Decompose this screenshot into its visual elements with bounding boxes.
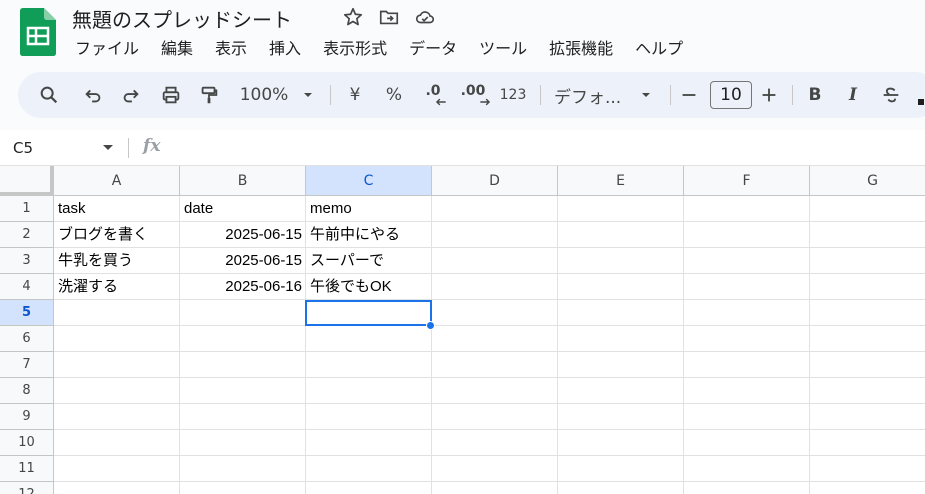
bold-button[interactable]: B: [804, 72, 826, 118]
row-header-5[interactable]: 5: [0, 300, 54, 326]
menu-insert[interactable]: 挿入: [258, 37, 312, 61]
redo-icon[interactable]: [118, 72, 144, 118]
menu-format[interactable]: 表示形式: [312, 37, 398, 61]
row-header-7[interactable]: 7: [0, 352, 54, 378]
cell-a4[interactable]: 洗濯する: [54, 274, 180, 300]
row-header-12[interactable]: 12: [0, 482, 54, 494]
fx-icon: fx: [143, 136, 161, 156]
menu-tools[interactable]: ツール: [468, 37, 538, 61]
cell-c3[interactable]: スーパーで: [306, 248, 432, 274]
number-format-button[interactable]: 123: [498, 72, 528, 118]
paint-format-icon[interactable]: [196, 72, 222, 118]
print-icon[interactable]: [158, 72, 184, 118]
percent-format-button[interactable]: %: [382, 72, 406, 118]
menu-edit[interactable]: 編集: [150, 37, 204, 61]
row-header-4[interactable]: 4: [0, 274, 54, 300]
star-icon[interactable]: [342, 6, 364, 32]
menu-file[interactable]: ファイル: [64, 37, 150, 61]
cell-c4[interactable]: 午後でもOK: [306, 274, 432, 300]
undo-icon[interactable]: [80, 72, 106, 118]
font-dropdown-icon[interactable]: [638, 72, 654, 118]
column-header-d[interactable]: D: [432, 166, 558, 196]
row-header-6[interactable]: 6: [0, 326, 54, 352]
name-box[interactable]: C5: [13, 139, 33, 157]
row-header-11[interactable]: 11: [0, 456, 54, 482]
active-cell-c5[interactable]: [305, 300, 432, 326]
cell-a2[interactable]: ブログを書く: [54, 222, 180, 248]
italic-button[interactable]: I: [842, 72, 864, 118]
cloud-saved-icon[interactable]: [414, 6, 436, 32]
row-header-9[interactable]: 9: [0, 404, 54, 430]
toolbar: 100% ¥ % .0 .00 123 デフォ... 10 B I: [18, 72, 925, 118]
cell-b3[interactable]: 2025-06-15: [180, 248, 306, 274]
strikethrough-icon[interactable]: [880, 72, 902, 118]
arrow-left-small-icon: [426, 82, 448, 108]
search-menus-icon[interactable]: [34, 72, 64, 118]
decrease-font-size-icon[interactable]: [678, 72, 700, 118]
row-header-8[interactable]: 8: [0, 378, 54, 404]
fill-handle[interactable]: [426, 321, 435, 330]
font-select[interactable]: デフォ...: [554, 72, 628, 118]
menu-extensions[interactable]: 拡張機能: [538, 37, 624, 61]
column-header-g[interactable]: G: [810, 166, 925, 196]
move-folder-icon[interactable]: [378, 6, 400, 32]
name-box-dropdown-icon[interactable]: [103, 145, 113, 150]
sheets-logo[interactable]: [20, 8, 56, 56]
column-header-c[interactable]: C: [306, 166, 432, 196]
cell-b2[interactable]: 2025-06-15: [180, 222, 306, 248]
text-color-swatch[interactable]: [918, 99, 924, 105]
zoom-select[interactable]: 100%: [238, 72, 290, 118]
column-header-f[interactable]: F: [684, 166, 810, 196]
cell-a3[interactable]: 牛乳を買う: [54, 248, 180, 274]
column-header-e[interactable]: E: [558, 166, 684, 196]
arrow-right-small-icon: [470, 82, 492, 108]
menu-data[interactable]: データ: [398, 37, 468, 61]
menu-help[interactable]: ヘルプ: [624, 37, 694, 61]
increase-font-size-icon[interactable]: [758, 72, 780, 118]
cell-c1[interactable]: memo: [306, 196, 432, 222]
font-size-input[interactable]: 10: [710, 81, 752, 109]
document-title[interactable]: 無題のスプレッドシート: [72, 4, 292, 33]
cell-b1[interactable]: date: [180, 196, 306, 222]
currency-format-button[interactable]: ¥: [344, 72, 366, 118]
cell-b4[interactable]: 2025-06-16: [180, 274, 306, 300]
menu-bar: ファイル 編集 表示 挿入 表示形式 データ ツール 拡張機能 ヘルプ: [64, 37, 694, 61]
row-header-10[interactable]: 10: [0, 430, 54, 456]
cell-c2[interactable]: 午前中にやる: [306, 222, 432, 248]
row-header-2[interactable]: 2: [0, 222, 54, 248]
formula-bar: C5 fx: [0, 130, 925, 166]
zoom-dropdown-icon[interactable]: [300, 72, 316, 118]
cell-a1[interactable]: task: [54, 196, 180, 222]
column-header-b[interactable]: B: [180, 166, 306, 196]
column-header-a[interactable]: A: [54, 166, 180, 196]
row-header-3[interactable]: 3: [0, 248, 54, 274]
row-header-1[interactable]: 1: [0, 196, 54, 222]
menu-view[interactable]: 表示: [204, 37, 258, 61]
select-all-corner[interactable]: [0, 166, 54, 196]
spreadsheet-grid[interactable]: A B C D E F G 1 2 3 4 5 6 7 8 9 10 11 12…: [0, 166, 925, 494]
